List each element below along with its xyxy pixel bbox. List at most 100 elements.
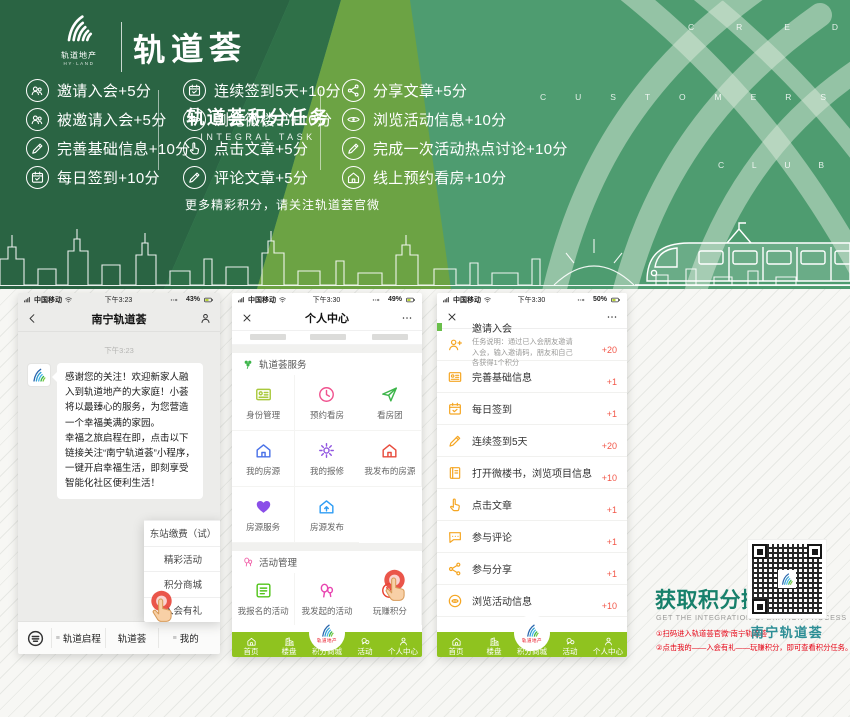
app-grid-item[interactable]: 我报名的活动 [232, 573, 295, 625]
close-icon[interactable] [446, 311, 458, 323]
tabbar-label: 楼盘 [282, 648, 297, 656]
tabbar-icon [451, 636, 462, 647]
app-grid-item[interactable]: 预约看房 [295, 375, 358, 431]
task-text: 每日签到+10分 [57, 167, 160, 188]
app-grid-item[interactable]: 身份管理 [232, 375, 295, 431]
tabbar-label: 个人中心 [593, 648, 623, 656]
task-icon [26, 137, 49, 160]
status-bar: 中国移动 下午3:23 43% [18, 293, 220, 306]
tabbar-icon [603, 636, 614, 647]
more-icon[interactable] [401, 312, 413, 324]
tabbar-label: 楼盘 [487, 648, 502, 656]
app-grid-label: 房源发布 [310, 521, 344, 533]
qr-center-logo-icon [778, 570, 796, 588]
app-grid-label: 身份管理 [246, 409, 280, 421]
tabbar-item[interactable]: 个人中心 [589, 632, 627, 657]
battery-icon [202, 295, 215, 305]
task-row[interactable]: 参与评论 +1 [437, 521, 627, 553]
task-row[interactable]: 点击文章 +1 [437, 489, 627, 521]
carrier-label: 中国移动 [34, 295, 62, 305]
menu-marker-icon: ≡ [173, 635, 177, 642]
brand-logo-icon [318, 623, 337, 638]
task-row-description: 任务说明：通过已入会朋友邀请入会，输入邀请码，朋友和自己各获得1个积分 [472, 337, 576, 368]
banner-task-item: 浏览微楼书+10分 [183, 105, 341, 134]
task-row-title: 参与分享 [472, 561, 598, 576]
brand-logo-icon [59, 12, 99, 44]
popup-menu-item[interactable]: 精彩活动 [144, 546, 220, 572]
back-icon[interactable] [26, 312, 39, 325]
signal-icon [442, 295, 451, 304]
tabbar-item[interactable]: 轨道地产 积分商城 [513, 632, 551, 657]
brand-name: 轨道地产 [317, 638, 337, 644]
task-row-icon [447, 401, 463, 417]
task-text: 点击文章+5分 [214, 138, 308, 159]
task-points-badge: +20 [602, 345, 617, 355]
signal-icon [23, 295, 32, 304]
brand-divider [121, 22, 122, 72]
popup-menu-item[interactable]: 东站缴费（试） [144, 520, 220, 546]
close-icon[interactable] [241, 312, 253, 324]
tabbar-item[interactable]: 楼盘 [475, 632, 513, 657]
tabbar-label: 活动 [358, 648, 373, 656]
phone-screenshot-task-list: 中国移动 下午3:30 50% 邀请入会 任务说明：通过已入会朋友邀请入会，输入… [437, 293, 627, 657]
watermark-letters: CLUB [718, 160, 824, 170]
app-grid-item[interactable]: 我的报修 [295, 431, 358, 487]
phone-screenshot-personal-center: 中国移动 下午3:30 49% 个人中心 轨道荟服务 身 [232, 293, 422, 657]
clock-label: 下午3:30 [313, 295, 341, 305]
app-grid-item[interactable]: 看房团 [359, 375, 422, 431]
watermark-letters: CRED [688, 22, 838, 32]
brand-subname: HY·LAND [46, 61, 112, 66]
tabbar-item[interactable]: 个人中心 [384, 632, 422, 657]
bottom-menu-label: 我的 [180, 631, 199, 645]
tabbar-item[interactable]: 首页 [232, 632, 270, 657]
more-icon[interactable] [606, 311, 618, 323]
app-grid-label: 我发布的房源 [364, 465, 415, 477]
app-grid-label: 房源服务 [246, 521, 280, 533]
tabbar-item[interactable]: 楼盘 [270, 632, 308, 657]
task-text: 线上预约看房+10分 [373, 167, 506, 188]
task-icon [26, 166, 49, 189]
bottom-menu-item[interactable]: ≡ 我的 [158, 628, 212, 648]
task-row[interactable]: 邀请入会 任务说明：通过已入会朋友邀请入会，输入邀请码，朋友和自己各获得1个积分… [437, 329, 627, 361]
task-row[interactable]: 每日签到 +1 [437, 393, 627, 425]
app-grid-item[interactable]: 我发布的房源 [359, 431, 422, 487]
keyboard-toggle-icon[interactable] [26, 629, 45, 648]
app-grid-icon [317, 385, 336, 404]
task-row[interactable]: 连续签到5天 +20 [437, 425, 627, 457]
task-points-badge: +1 [607, 569, 617, 579]
avatar[interactable] [27, 363, 51, 387]
status-bar: 中国移动 下午3:30 50% [437, 293, 627, 306]
app-grid-icon [380, 441, 399, 460]
app-grid-label: 我的报修 [310, 465, 344, 477]
tabbar-item[interactable]: 活动 [551, 632, 589, 657]
section-title: 活动管理 [259, 555, 297, 569]
bottom-menu-item[interactable]: 轨道荟 [105, 628, 159, 648]
battery-label: 43% [186, 296, 200, 303]
qr-caption: 南宁轨道荟 [722, 622, 850, 641]
tabbar-item[interactable]: 活动 [346, 632, 384, 657]
task-row[interactable]: 参与分享 +1 [437, 553, 627, 585]
task-text: 完善基础信息+10分 [57, 138, 190, 159]
bottom-menu-item[interactable]: ≡ 轨道启程 [51, 628, 105, 648]
tabbar-item[interactable]: 轨道地产 积分商城 [308, 632, 346, 657]
app-grid-item[interactable]: 房源发布 [295, 487, 358, 543]
app-grid-icon [254, 497, 273, 516]
task-points-badge: +1 [607, 377, 617, 387]
task-row-icon [447, 561, 463, 577]
tabbar-label: 首页 [449, 648, 464, 656]
task-icon [342, 79, 365, 102]
scroll-indicator [437, 323, 442, 331]
banner-task-item: 浏览活动信息+10分 [342, 105, 568, 134]
tabbar-center-logo: 轨道地产 [309, 615, 345, 651]
task-icon [183, 166, 206, 189]
task-row-title: 完善基础信息 [472, 369, 598, 384]
app-grid-item[interactable]: 房源服务 [232, 487, 295, 543]
task-points-badge: +10 [602, 601, 617, 611]
contact-icon[interactable] [199, 312, 212, 325]
banner-task-item: 完成一次活动热点讨论+10分 [342, 134, 568, 163]
task-row[interactable]: 浏览活动信息 +10 [437, 585, 627, 617]
task-row[interactable]: 打开微楼书，浏览项目信息 +10 [437, 457, 627, 489]
task-column-1: 邀请入会+5分 被邀请入会+5分 完善基础信息+10分 每日签到+10分 [26, 76, 190, 192]
app-grid-item[interactable]: 我的房源 [232, 431, 295, 487]
tabbar-item[interactable]: 首页 [437, 632, 475, 657]
